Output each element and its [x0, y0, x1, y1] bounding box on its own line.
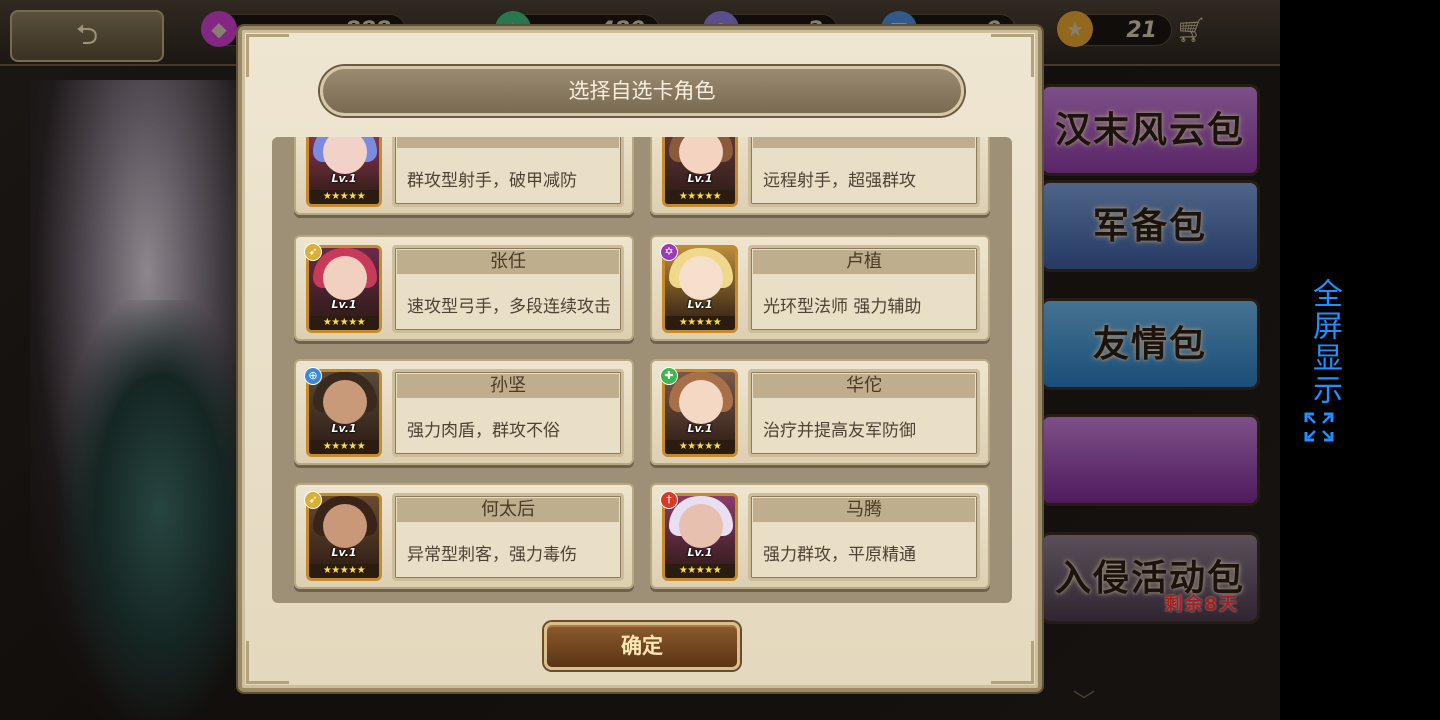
character-info: 远程射手，超强群攻 [748, 137, 980, 207]
fullscreen-label: 全屏显示 [1307, 278, 1342, 406]
healer-class-icon: ✚ [660, 367, 678, 385]
character-info: 何太后异常型刺客，强力毒伤 [392, 493, 624, 581]
character-card[interactable]: † Lv.1 ★★★★★ 马腾强力群攻，平原精通 [650, 483, 990, 589]
character-description: 治疗并提高友军防御 [763, 421, 916, 441]
portrait-face [679, 137, 723, 174]
character-level: Lv.1 [687, 422, 713, 435]
character-stars: ★★★★★ [665, 440, 735, 454]
character-level: Lv.1 [687, 172, 713, 185]
character-stars: ★★★★★ [309, 440, 379, 454]
character-card[interactable]: ➶ Lv.1 ★★★★★ 何太后异常型刺客，强力毒伤 [294, 483, 634, 589]
portrait-face [323, 256, 367, 300]
character-card[interactable]: ⊕ Lv.1 ★★★★★ 孙坚强力肉盾，群攻不俗 [294, 359, 634, 465]
character-stars: ★★★★★ [309, 316, 379, 330]
mage-class-icon: ✡ [660, 243, 678, 261]
portrait-face [323, 504, 367, 548]
corner-ornament [246, 641, 289, 684]
character-level: Lv.1 [687, 298, 713, 311]
dialog-title: 选择自选卡角色 [320, 66, 964, 116]
character-description: 强力群攻，平原精通 [763, 545, 916, 565]
character-info: 群攻型射手，破甲减防 [392, 137, 624, 207]
sword-class-icon: † [660, 491, 678, 509]
character-name [397, 137, 619, 148]
character-card[interactable]: ✡ Lv.1 ★★★★★ 卢植光环型法师 强力辅助 [650, 235, 990, 341]
character-card[interactable]: ➶ Lv.1 ★★★★★ 张任速攻型弓手，多段连续攻击 [294, 235, 634, 341]
character-level: Lv.1 [331, 422, 357, 435]
corner-ornament [991, 641, 1034, 684]
expand-icon [1304, 412, 1334, 442]
character-card[interactable]: Lv.1 ★★★★★ 群攻型射手，破甲减防 [294, 137, 634, 215]
character-card[interactable]: ✚ Lv.1 ★★★★★ 华佗治疗并提高友军防御 [650, 359, 990, 465]
corner-ornament [991, 34, 1034, 77]
character-stars: ★★★★★ [309, 564, 379, 578]
character-stars: ★★★★★ [665, 316, 735, 330]
corner-ornament [246, 34, 289, 77]
character-stars: ★★★★★ [665, 190, 735, 204]
character-level: Lv.1 [331, 298, 357, 311]
character-level: Lv.1 [331, 546, 357, 559]
confirm-button[interactable]: 确定 [544, 622, 740, 670]
character-level: Lv.1 [687, 546, 713, 559]
character-portrait: Lv.1 ★★★★★ [306, 137, 382, 207]
character-name: 何太后 [397, 498, 619, 522]
bow-class-icon: ➶ [304, 243, 322, 261]
character-info: 孙坚强力肉盾，群攻不俗 [392, 369, 624, 457]
character-name: 卢植 [753, 250, 975, 274]
character-info: 马腾强力群攻，平原精通 [748, 493, 980, 581]
character-name: 张任 [397, 250, 619, 274]
select-card-dialog: 选择自选卡角色 Lv.1 ★★★★★ 群攻型射手，破甲减防 Lv.1 ★★★★★ 远程射手… [238, 26, 1042, 692]
portrait-face [679, 504, 723, 548]
character-level: Lv.1 [331, 172, 357, 185]
portrait-face [679, 256, 723, 300]
character-name [753, 137, 975, 148]
portrait-face [323, 137, 367, 174]
character-name: 马腾 [753, 498, 975, 522]
bow-class-icon: ➶ [304, 491, 322, 509]
character-info: 张任速攻型弓手，多段连续攻击 [392, 245, 624, 333]
character-description: 光环型法师 强力辅助 [763, 297, 922, 317]
character-description: 群攻型射手，破甲减防 [407, 171, 577, 191]
character-name: 华佗 [753, 374, 975, 398]
portrait-face [679, 380, 723, 424]
character-card[interactable]: Lv.1 ★★★★★ 远程射手，超强群攻 [650, 137, 990, 215]
character-description: 速攻型弓手，多段连续攻击 [407, 297, 611, 317]
character-stars: ★★★★★ [665, 564, 735, 578]
character-portrait: Lv.1 ★★★★★ [662, 137, 738, 207]
character-info: 华佗治疗并提高友军防御 [748, 369, 980, 457]
character-list[interactable]: Lv.1 ★★★★★ 群攻型射手，破甲减防 Lv.1 ★★★★★ 远程射手，超强群攻 ➶ Lv… [272, 137, 1012, 603]
character-name: 孙坚 [397, 374, 619, 398]
character-info: 卢植光环型法师 强力辅助 [748, 245, 980, 333]
shield-class-icon: ⊕ [304, 367, 322, 385]
character-description: 远程射手，超强群攻 [763, 171, 916, 191]
fullscreen-toggle[interactable]: 全屏显示 [1298, 278, 1342, 448]
character-stars: ★★★★★ [309, 190, 379, 204]
character-description: 强力肉盾，群攻不俗 [407, 421, 560, 441]
character-description: 异常型刺客，强力毒伤 [407, 545, 577, 565]
portrait-face [323, 380, 367, 424]
